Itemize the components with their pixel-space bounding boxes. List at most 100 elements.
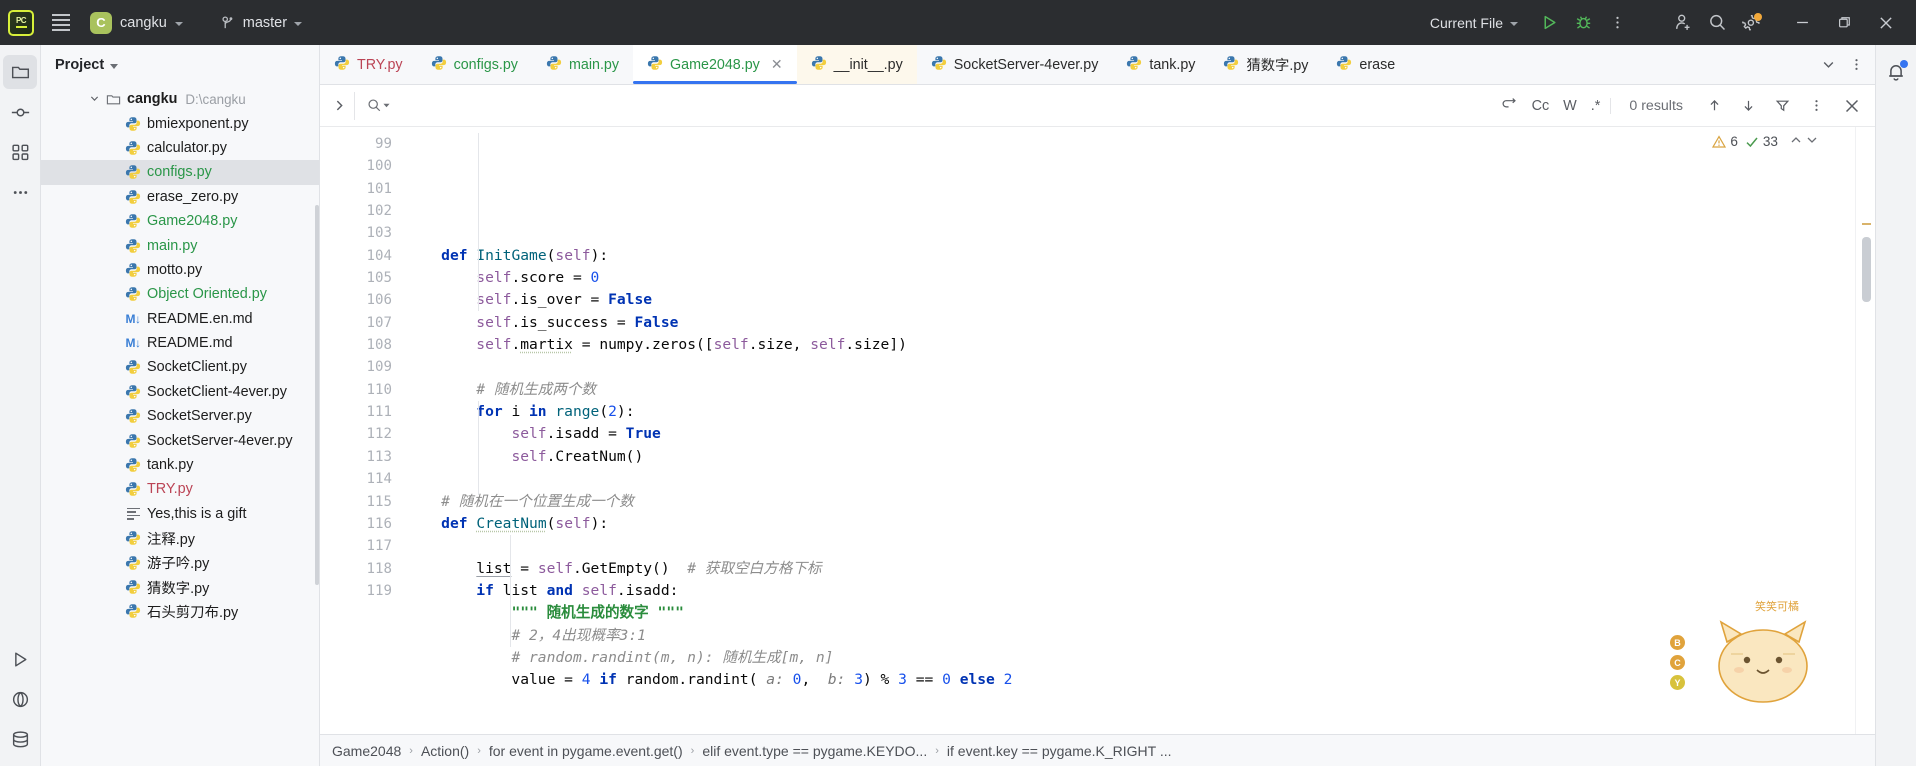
sidebar-item-database[interactable] — [3, 722, 37, 756]
debug-icon[interactable] — [1568, 8, 1598, 38]
chevron-down-icon[interactable] — [85, 94, 103, 105]
tree-node-root[interactable]: cangku D:\cangku — [41, 87, 319, 111]
code-line[interactable] — [406, 535, 1855, 557]
code-line[interactable]: self.isadd = True — [406, 423, 1855, 445]
tree-node-file[interactable]: 石头剪刀布.py — [41, 599, 319, 623]
sidebar-item-project[interactable] — [3, 55, 37, 89]
inspection-widget[interactable]: 6 33 — [1712, 133, 1819, 150]
filter-icon[interactable] — [1769, 93, 1795, 119]
tree-node-file[interactable]: tank.py — [41, 453, 319, 477]
editor-tab[interactable]: tank.py — [1112, 45, 1209, 84]
code-line[interactable]: # random.randint(m, n): 随机生成[m, n] — [406, 647, 1855, 669]
chevron-up-icon[interactable] — [1789, 133, 1803, 150]
tree-node-file[interactable]: SocketClient-4ever.py — [41, 380, 319, 404]
close-icon[interactable] — [1839, 93, 1865, 119]
editor-tab[interactable]: Game2048.py ✕ — [633, 45, 797, 84]
code-line[interactable]: for i in range(2): — [406, 401, 1855, 423]
maximize-button[interactable] — [1824, 5, 1864, 41]
editor-tab[interactable]: configs.py — [417, 45, 532, 84]
run-icon[interactable] — [1534, 8, 1564, 38]
scrollbar-thumb[interactable] — [315, 205, 319, 585]
notifications-button[interactable] — [1879, 55, 1913, 89]
tree-node-file[interactable]: bmiexponent.py — [41, 111, 319, 135]
tree-node-file[interactable]: SocketClient.py — [41, 355, 319, 379]
code-line[interactable] — [406, 468, 1855, 490]
code-line[interactable]: self.is_over = False — [406, 289, 1855, 311]
search-icon[interactable] — [1702, 8, 1732, 38]
editor-tab[interactable]: erase — [1322, 45, 1409, 84]
breadcrumb-item[interactable]: if event.key == pygame.K_RIGHT ... — [947, 743, 1172, 759]
code-line[interactable]: # 2，4出现概率3:1 — [406, 625, 1855, 647]
project-panel-scrollbar[interactable] — [315, 85, 319, 766]
code-line[interactable] — [406, 356, 1855, 378]
breadcrumb-item[interactable]: Game2048 — [332, 743, 401, 759]
tree-node-file[interactable]: Game2048.py — [41, 209, 319, 233]
chevron-down-icon[interactable] — [1805, 133, 1819, 150]
code-line[interactable]: self.score = 0 — [406, 267, 1855, 289]
tree-node-file[interactable]: Object Oriented.py — [41, 282, 319, 306]
close-button[interactable] — [1866, 5, 1906, 41]
code-line[interactable]: """ 随机生成的数字 """ — [406, 602, 1855, 624]
tree-node-file[interactable]: 注释.py — [41, 526, 319, 550]
project-selector[interactable]: C cangku — [86, 9, 191, 37]
tree-node-file[interactable]: 猜数字.py — [41, 575, 319, 599]
tree-node-file[interactable]: SocketServer-4ever.py — [41, 428, 319, 452]
search-input[interactable] — [398, 97, 1489, 114]
tree-node-file[interactable]: erase_zero.py — [41, 185, 319, 209]
arrow-down-icon[interactable] — [1735, 93, 1761, 119]
code-line[interactable]: # 随机生成两个数 — [406, 379, 1855, 401]
more-vertical-icon[interactable] — [1602, 8, 1632, 38]
tree-node-file[interactable]: calculator.py — [41, 136, 319, 160]
sidebar-item-structure[interactable] — [3, 135, 37, 169]
chevron-down-icon[interactable] — [110, 64, 119, 69]
hamburger-menu-icon[interactable] — [44, 6, 78, 40]
sidebar-item-python-packages[interactable] — [3, 682, 37, 716]
code-line[interactable]: list = self.GetEmpty() # 获取空白方格下标 — [406, 558, 1855, 580]
sidebar-item-run[interactable] — [3, 642, 37, 676]
code-line[interactable] — [406, 692, 1855, 714]
more-vertical-icon[interactable] — [1803, 93, 1829, 119]
tree-node-file[interactable]: TRY.py — [41, 477, 319, 501]
branch-selector[interactable]: master — [213, 12, 310, 34]
minimize-button[interactable] — [1782, 5, 1822, 41]
editor-tab[interactable]: 猜数字.py — [1209, 45, 1322, 84]
account-add-icon[interactable] — [1668, 8, 1698, 38]
tree-node-file[interactable]: SocketServer.py — [41, 404, 319, 428]
editor-tab[interactable]: __init__.py — [796, 45, 917, 84]
code-content[interactable]: def InitGame(self): self.score = 0 self.… — [406, 127, 1855, 734]
editor-tab[interactable]: SocketServer-4ever.py — [917, 45, 1113, 84]
code-line[interactable]: value = 4 if random.randint( a: 0, b: 3)… — [406, 669, 1855, 691]
settings-gear-icon[interactable] — [1736, 8, 1766, 38]
code-line[interactable]: if list and self.isadd: — [406, 580, 1855, 602]
breadcrumb-item[interactable]: for event in pygame.event.get() — [489, 743, 683, 759]
editor-tab[interactable]: TRY.py — [320, 45, 417, 84]
editor-tab[interactable]: main.py — [532, 45, 633, 84]
code-editor[interactable]: 99 100 101 102 103 104 105 106 107 108 109 110 111 11… — [320, 127, 1875, 734]
tree-node-file[interactable]: M↓ README.en.md — [41, 307, 319, 331]
more-vertical-icon[interactable] — [1843, 52, 1869, 78]
tree-node-file[interactable]: M↓ README.md — [41, 331, 319, 355]
warning-count[interactable]: 6 — [1712, 134, 1738, 149]
code-line[interactable]: self.CreatNum() — [406, 446, 1855, 468]
chevron-down-icon[interactable] — [1815, 52, 1841, 78]
code-line[interactable]: # 随机在一个位置生成一个数 — [406, 491, 1855, 513]
tree-node-file[interactable]: configs.py — [41, 160, 319, 185]
search-dropdown-icon[interactable] — [367, 98, 390, 113]
tree-node-file[interactable]: 游子吟.py — [41, 550, 319, 574]
tree-node-file[interactable]: main.py — [41, 233, 319, 257]
arrow-up-icon[interactable] — [1701, 93, 1727, 119]
preserve-case-icon[interactable] — [1501, 97, 1518, 115]
tree-node-file[interactable]: Yes,this is a gift — [41, 502, 319, 526]
breadcrumb-item[interactable]: elif event.type == pygame.KEYDO... — [702, 743, 927, 759]
code-line[interactable]: self.martix = numpy.zeros([self.size, se… — [406, 334, 1855, 356]
match-case-button[interactable]: Cc — [1532, 98, 1550, 114]
scrollbar-thumb[interactable] — [1862, 237, 1871, 302]
code-line[interactable]: self.is_success = False — [406, 312, 1855, 334]
chevron-right-icon[interactable] — [324, 91, 354, 121]
run-configuration-selector[interactable]: Current File — [1422, 11, 1526, 35]
sidebar-item-more[interactable] — [3, 175, 37, 209]
breadcrumb-item[interactable]: Action() — [421, 743, 469, 759]
check-count[interactable]: 33 — [1745, 134, 1778, 149]
code-line[interactable]: def InitGame(self): — [406, 245, 1855, 267]
sidebar-item-commit[interactable] — [3, 95, 37, 129]
